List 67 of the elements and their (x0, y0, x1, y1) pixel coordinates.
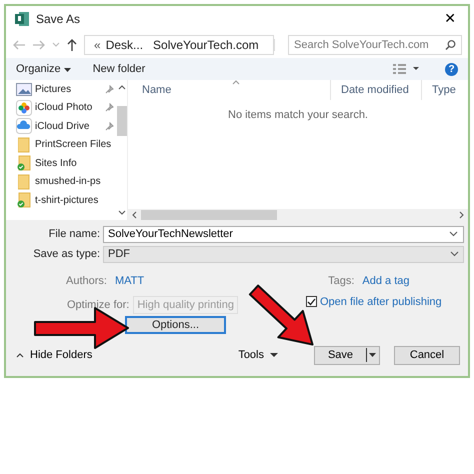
scroll-left-icon[interactable] (131, 210, 137, 218)
file-name-field[interactable]: SolveYourTechNewsletter (103, 226, 464, 242)
synced-folder-icon (17, 192, 31, 208)
app-icon (14, 11, 30, 27)
tools-button[interactable]: Tools (238, 349, 278, 361)
sidebar-item[interactable]: iCloud Drive (16, 117, 116, 136)
arrow (246, 282, 315, 347)
checkbox[interactable] (306, 296, 317, 307)
tags-label: Tags: (328, 275, 354, 287)
forward-icon[interactable] (32, 39, 46, 51)
field-label: Save as type: (32, 248, 101, 260)
options-button[interactable]: Options... (125, 316, 226, 334)
scrollbar[interactable] (128, 209, 468, 220)
checkbox-label[interactable]: Open file after publishing (320, 296, 442, 308)
chevron-up-icon (16, 352, 24, 358)
sidebar-item[interactable]: Sites Info (16, 154, 116, 172)
optimize-label: Optimize for: (67, 299, 130, 311)
back-icon[interactable] (12, 39, 26, 51)
breadcrumb-overflow[interactable]: « (94, 38, 101, 52)
sidebar-item[interactable]: iCloud Photo (16, 98, 116, 117)
up-icon[interactable] (66, 38, 78, 52)
cloud-icon (16, 118, 32, 134)
sort-icon (232, 80, 240, 85)
search-field[interactable]: Search SolveYourTech.com (288, 35, 462, 55)
sidebar-item[interactable]: t-shirt-pictures (16, 191, 116, 210)
scroll-up-icon[interactable] (118, 84, 126, 90)
save-button[interactable]: Save (314, 346, 380, 364)
file-type-dropdown[interactable]: PDF (103, 246, 464, 262)
scroll-thumb[interactable] (141, 210, 277, 220)
caret-icon (64, 68, 71, 72)
dropdown-icon (449, 231, 458, 237)
column-header[interactable]: Name (128, 80, 331, 100)
new-folder-button[interactable]: New folder (92, 63, 146, 75)
caret-icon[interactable] (52, 42, 60, 48)
breadcrumb[interactable]: Desk... (106, 38, 144, 52)
sidebar-item[interactable]: smushed-in-ps (16, 172, 116, 191)
view-options-icon[interactable] (393, 64, 421, 74)
sidebar-item[interactable]: Pictures (16, 80, 116, 98)
scroll-thumb[interactable] (116, 106, 126, 136)
close-button[interactable]: ✕ (440, 11, 460, 27)
authors-label: Authors: (66, 275, 107, 287)
photos-icon (16, 100, 32, 116)
folder-icon (18, 174, 30, 190)
caret-icon (270, 352, 278, 358)
optimize-field: High quality printing (133, 296, 238, 314)
authors-link[interactable]: MATT (114, 275, 144, 287)
column-header[interactable]: Type (422, 80, 468, 100)
scroll-right-icon[interactable] (459, 210, 465, 218)
search-icon (445, 40, 456, 50)
field-label: File name: (48, 228, 101, 240)
address-bar[interactable]: « Desk... SolveYourTech.com (84, 35, 274, 55)
column-header[interactable]: Date modified (331, 80, 422, 100)
empty-message: No items match your search. (228, 109, 368, 123)
hide-folders-button[interactable]: Hide Folders (16, 349, 92, 361)
window-title: Save As (36, 12, 80, 26)
folder-icon (18, 136, 30, 153)
add-tag-link[interactable]: Add a tag (362, 275, 410, 287)
sidebar-item[interactable]: PrintScreen Files (16, 136, 116, 154)
caret-icon (369, 353, 376, 357)
synced-folder-icon (17, 155, 31, 172)
scroll-down-icon[interactable] (118, 210, 126, 216)
breadcrumb[interactable]: SolveYourTech.com (153, 38, 259, 52)
organize-button[interactable]: Organize (16, 63, 71, 75)
dropdown-icon (450, 251, 459, 257)
cancel-button[interactable]: Cancel (394, 346, 460, 364)
pictures-icon (16, 82, 32, 96)
help-icon[interactable]: ? (445, 62, 458, 76)
